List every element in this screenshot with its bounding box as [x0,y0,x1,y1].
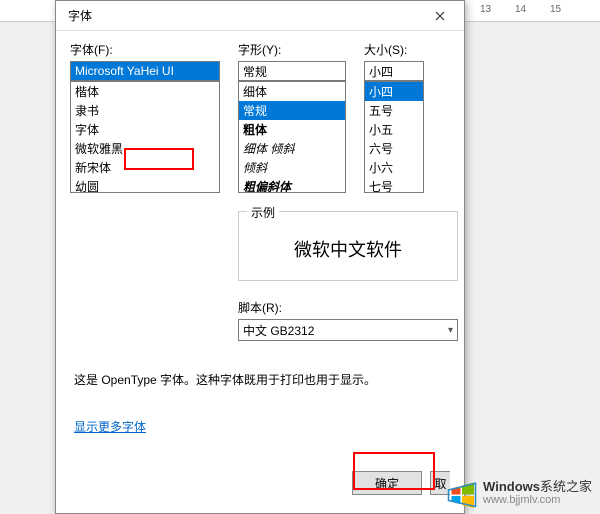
list-item[interactable]: 七号 [365,177,423,193]
script-value: 中文 GB2312 [243,322,314,339]
list-item[interactable]: 常规 [239,101,345,120]
more-fonts-link[interactable]: 显示更多字体 [70,418,150,435]
list-item[interactable]: 小五 [365,120,423,139]
list-item[interactable]: 楷体 [71,82,219,101]
chevron-down-icon: ▾ [448,325,453,336]
size-listbox[interactable]: 小四 五号 小五 六号 小六 七号 八号 [364,81,424,193]
style-listbox[interactable]: 细体 常规 粗体 细体 倾斜 倾斜 粗偏斜体 [238,81,346,193]
watermark: Windows系统之家 www.bjjmlv.com [447,478,592,508]
font-dialog: 字体 字体(F): 楷体 隶书 字体 微软雅黑 新宋体 幼圆 站酷小薇LOGO体 [55,0,465,514]
close-icon [435,11,445,21]
list-item[interactable]: 倾斜 [239,158,345,177]
list-item[interactable]: 粗偏斜体 [239,177,345,193]
list-item[interactable]: 六号 [365,139,423,158]
list-item[interactable]: 粗体 [239,120,345,139]
dialog-title: 字体 [68,7,92,24]
script-combo[interactable]: 中文 GB2312 ▾ [238,319,458,341]
font-label: 字体(F): [70,41,220,58]
script-label: 脚本(R): [238,299,458,316]
watermark-url: www.bjjmlv.com [483,494,592,506]
size-label: 大小(S): [364,41,424,58]
list-item[interactable]: 细体 [239,82,345,101]
style-label: 字形(Y): [238,41,346,58]
titlebar: 字体 [56,1,464,31]
sample-legend: 示例 [247,204,279,221]
list-item[interactable]: 字体 [71,120,219,139]
close-button[interactable] [420,2,460,30]
list-item[interactable]: 细体 倾斜 [239,139,345,158]
watermark-brand: Windows系统之家 [483,479,592,494]
list-item[interactable]: 新宋体 [71,158,219,177]
ok-button[interactable]: 确定 [352,471,422,495]
list-item[interactable]: 幼圆 [71,177,219,193]
windows-logo-icon [447,478,477,508]
list-item[interactable]: 微软雅黑 [71,139,219,158]
font-listbox[interactable]: 楷体 隶书 字体 微软雅黑 新宋体 幼圆 站酷小薇LOGO体 [70,81,220,193]
list-item[interactable]: 五号 [365,101,423,120]
list-item[interactable]: 小四 [365,82,423,101]
list-item[interactable]: 隶书 [71,101,219,120]
size-input[interactable] [364,61,424,81]
sample-text: 微软中文软件 [294,240,402,260]
sample-box: 示例 微软中文软件 [238,211,458,281]
font-input[interactable] [70,61,220,81]
list-item[interactable]: 小六 [365,158,423,177]
style-input[interactable] [238,61,346,81]
font-description: 这是 OpenType 字体。这种字体既用于打印也用于显示。 [70,371,450,388]
